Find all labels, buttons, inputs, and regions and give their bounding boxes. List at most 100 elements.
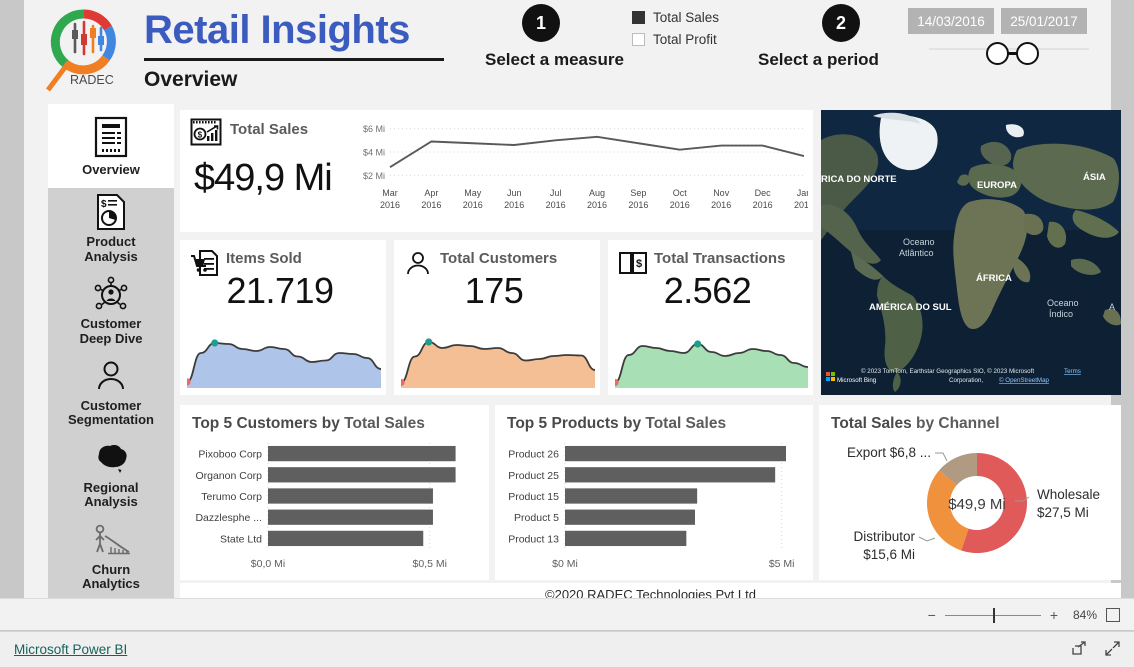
map-attribution-line1: © 2023 TomTom, Earthstar Geographics SIO… <box>861 368 1034 375</box>
checkbox-total-profit[interactable] <box>632 32 645 46</box>
measure-label-total-profit: Total Profit <box>653 31 717 47</box>
step-1-label: Select a measure <box>485 50 624 69</box>
x-tick-label: Oct <box>673 188 688 198</box>
x-tick-label: 2016 <box>753 200 773 210</box>
map-label-atlantic-2: Atlântico <box>899 248 934 258</box>
sales-by-channel-title: Total Sales by Channel <box>831 415 1000 433</box>
sidebar-item-customer-segmentation[interactable]: Customer Segmentation <box>48 352 174 434</box>
report-canvas-area: RADEC Retail Insights Overview 1 Select … <box>0 0 1134 605</box>
checkbox-total-sales[interactable] <box>632 10 645 24</box>
bar-category-label: Terumo Corp <box>201 491 262 503</box>
x-tick-label: 2016 <box>463 200 483 210</box>
fullscreen-icon[interactable] <box>1105 641 1120 661</box>
title-divider <box>144 58 444 61</box>
donut-label-name: Export $6,8 ... <box>847 445 931 460</box>
share-icon[interactable] <box>1072 641 1087 661</box>
sidebar-item-product-analysis[interactable]: $ Product Analysis <box>48 188 174 270</box>
total-sales-trend-chart: $2 Mi $4 Mi $6 Mi Mar 2016 Apr 2016 May 2016 Jun 2… <box>363 124 808 210</box>
sidebar-item-customer-deep-dive[interactable]: Customer Deep Dive <box>48 270 174 352</box>
top-5-products-title-bold: Top 5 Products by <box>507 415 642 432</box>
bar-category-label: State Ltd <box>220 533 262 545</box>
donut-center-label: $49,9 Mi <box>948 496 1006 513</box>
bar[interactable] <box>268 445 456 462</box>
measure-slicer[interactable]: Total Sales Total Profit <box>632 6 719 50</box>
step-2-label: Select a period <box>758 50 879 69</box>
power-bi-bar: Microsoft Power BI <box>0 631 1134 667</box>
max-marker-dot <box>694 340 702 348</box>
sidebar-item-churn-analytics[interactable]: Churn Analytics <box>48 516 174 598</box>
bar-category-label: Pixoboo Corp <box>198 449 262 461</box>
top-5-customers-visual[interactable]: Top 5 Customers by Total Sales Pixoboo C… <box>180 405 489 580</box>
measure-option-total-sales[interactable]: Total Sales <box>632 6 719 28</box>
zoom-out-button[interactable]: − <box>928 607 936 623</box>
page-title: Retail Insights <box>144 8 410 52</box>
zoom-in-button[interactable]: + <box>1050 607 1058 623</box>
radec-logo: RADEC <box>36 4 132 96</box>
bar[interactable] <box>565 509 695 525</box>
date-slider-handle-right[interactable] <box>1016 42 1039 65</box>
sales-by-channel-donut: $49,9 Mi Wholesale $27,5 Mi Distributor $15,… <box>847 445 1100 562</box>
x-tick-label: May <box>464 188 482 198</box>
x-tick-label: 2016 <box>587 200 607 210</box>
map-label-atlantic-1: Oceano <box>903 237 935 247</box>
page-subtitle: Overview <box>144 68 238 91</box>
churn-person-chart-icon <box>89 522 133 559</box>
total-transactions-card[interactable]: $ Total Transactions 2.562 <box>608 240 813 395</box>
total-sales-value: $49,9 Mi <box>194 157 333 199</box>
power-bi-actions <box>1072 641 1120 661</box>
report-header: RADEC Retail Insights Overview 1 Select … <box>24 0 1111 100</box>
x-tick-label: 2016 <box>421 200 441 210</box>
bar-category-label: Product 15 <box>508 491 559 503</box>
bar[interactable] <box>268 488 433 504</box>
bar-category-label: Product 5 <box>514 512 559 524</box>
top-5-customers-title-measure: Total Sales <box>344 415 425 432</box>
report-page: RADEC Retail Insights Overview 1 Select … <box>24 0 1121 605</box>
x-tick-label: 2016 <box>504 200 524 210</box>
map-canvas: RICA DO NORTE EUROPA ÁSIA ÁFRICA AMÉRICA… <box>821 110 1121 395</box>
world-map-visual[interactable]: RICA DO NORTE EUROPA ÁSIA ÁFRICA AMÉRICA… <box>821 110 1121 395</box>
bar[interactable] <box>565 467 776 483</box>
map-attribution-line2: Corporation, <box>949 377 983 384</box>
y-tick-label: $2 Mi <box>363 171 385 181</box>
report-document-icon <box>94 115 128 159</box>
items-sold-sparkline <box>187 339 381 388</box>
power-bi-link[interactable]: Microsoft Power BI <box>14 642 127 657</box>
bar[interactable] <box>565 530 687 547</box>
svg-text:$: $ <box>636 258 642 270</box>
top-5-products-visual[interactable]: Top 5 Products by Total Sales Product 26… <box>495 405 813 580</box>
map-terms-link[interactable]: Terms <box>1064 368 1081 375</box>
bar[interactable] <box>268 467 456 483</box>
sidebar-item-regional-analysis[interactable]: Regional Analysis <box>48 434 174 516</box>
bar[interactable] <box>565 488 698 504</box>
bar[interactable] <box>268 509 433 525</box>
measure-label-total-sales: Total Sales <box>653 9 720 25</box>
zoom-slider-knob[interactable] <box>992 607 995 623</box>
total-customers-card[interactable]: Total Customers 175 <box>394 240 600 395</box>
x-tick-label: Jun <box>507 188 522 198</box>
date-from-pill[interactable]: 14/03/2016 <box>908 8 994 34</box>
map-label-asia: ÁSIA <box>1083 172 1106 183</box>
zoom-level-label: 84% <box>1072 608 1097 622</box>
total-sales-card[interactable]: $ Total Sales $49,9 Mi $2 Mi $4 Mi $6 Mi Ma… <box>180 110 813 232</box>
map-osm-link[interactable]: © OpenStreetMap <box>999 377 1050 384</box>
fit-to-page-icon[interactable] <box>1106 608 1120 622</box>
zoom-slider[interactable] <box>944 607 1041 623</box>
total-transactions-value: 2.562 <box>663 270 752 311</box>
map-label-africa: ÁFRICA <box>976 273 1012 284</box>
bar[interactable] <box>268 530 424 547</box>
total-transactions-sparkline <box>615 340 808 388</box>
date-slider-handle-left[interactable] <box>986 42 1009 65</box>
top-5-products-title-measure: Total Sales <box>645 415 727 432</box>
top-5-customers-title: Top 5 Customers by Total Sales <box>192 415 425 433</box>
date-slider-track[interactable] <box>929 48 1089 50</box>
x-axis-tick: $0,5 Mi <box>413 558 447 570</box>
sidebar-item-overview[interactable]: Overview <box>48 104 174 188</box>
date-to-pill[interactable]: 25/01/2017 <box>1001 8 1087 34</box>
measure-option-total-profit[interactable]: Total Profit <box>632 28 719 50</box>
x-tick-label: Sep <box>630 188 646 198</box>
bar-category-label: Product 13 <box>508 533 559 545</box>
bar[interactable] <box>565 445 786 462</box>
sales-by-channel-visual[interactable]: Total Sales by Channel $49,9 Mi Wholesale… <box>819 405 1121 580</box>
sidebar-label-customer-deep-dive: Customer Deep Dive <box>79 316 143 346</box>
items-sold-card[interactable]: Items Sold 21.719 <box>180 240 386 395</box>
